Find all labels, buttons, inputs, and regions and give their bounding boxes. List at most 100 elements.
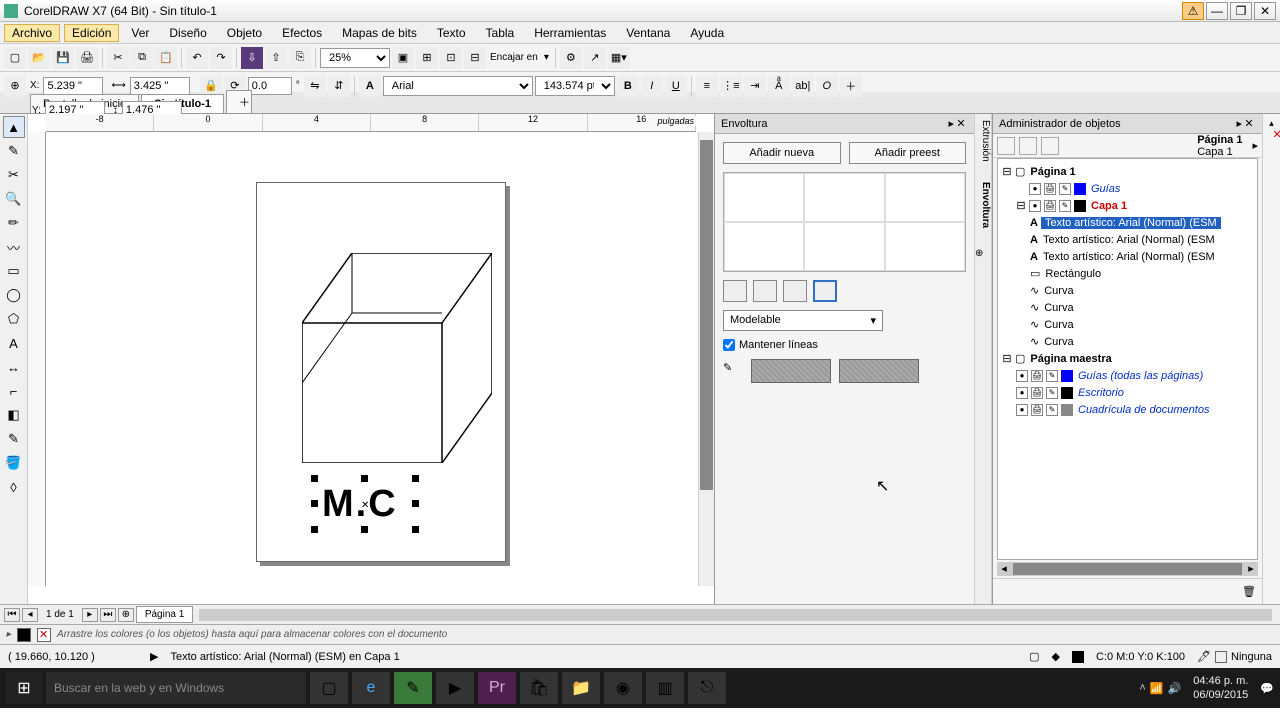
objmgr-menu-icon[interactable]: ▸ xyxy=(1252,139,1258,152)
pick-tool-icon[interactable]: ▲ xyxy=(3,116,25,138)
explorer-icon[interactable]: 📁 xyxy=(562,672,600,704)
add-new-button[interactable]: Añadir nueva xyxy=(723,142,841,164)
menu-efectos[interactable]: Efectos xyxy=(274,24,330,42)
open-icon[interactable]: 📂 xyxy=(28,47,50,69)
fill-tool-icon[interactable]: 🪣 xyxy=(3,452,25,474)
menu-diseno[interactable]: Diseño xyxy=(161,24,214,42)
menu-tabla[interactable]: Tabla xyxy=(478,24,523,42)
eyedropper-tool-icon[interactable]: ✎ xyxy=(3,428,25,450)
mirror-v-icon[interactable]: ⇵ xyxy=(328,75,350,97)
tablet-icon[interactable]: ▢ xyxy=(1029,650,1039,663)
next-page-icon[interactable]: ▸ xyxy=(82,608,98,622)
edge-icon[interactable]: e xyxy=(352,672,390,704)
undo-icon[interactable]: ↶ xyxy=(186,47,208,69)
prev-page-icon[interactable]: ◂ xyxy=(22,608,38,622)
mode-double-icon[interactable] xyxy=(783,280,807,302)
corel-icon[interactable]: ✎ xyxy=(394,672,432,704)
cut-icon[interactable]: ✂ xyxy=(107,47,129,69)
crop-tool-icon[interactable]: ✂ xyxy=(3,164,25,186)
taskbar-search[interactable]: Buscar en la web y en Windows xyxy=(46,672,306,704)
align-icon[interactable]: ≡ xyxy=(696,75,718,97)
mode-arc-icon[interactable] xyxy=(753,280,777,302)
keep-lines-checkbox[interactable]: Mantener líneas xyxy=(723,339,966,351)
flyout-icon[interactable]: ▸ xyxy=(6,629,11,640)
canvas[interactable]: -80481216 pulgadas M.C xyxy=(28,114,714,604)
selection-handles[interactable]: ✕ xyxy=(315,479,415,529)
menu-edicion[interactable]: Edición xyxy=(64,24,119,42)
vtab-extrusion[interactable]: Extrusión xyxy=(975,120,991,162)
add-preset-button[interactable]: Añadir preest xyxy=(849,142,967,164)
publish-icon[interactable]: ⎘ xyxy=(289,47,311,69)
tab-add[interactable]: ＋ xyxy=(226,90,252,113)
polygon-tool-icon[interactable]: ⬠ xyxy=(3,308,25,330)
mapping-select[interactable]: Modelable▾ xyxy=(723,310,883,331)
menu-texto[interactable]: Texto xyxy=(429,24,474,42)
redo-icon[interactable]: ↷ xyxy=(210,47,232,69)
italic-button[interactable]: I xyxy=(641,75,663,97)
fill-color-well[interactable] xyxy=(17,628,31,642)
ellipse-tool-icon[interactable]: ◯ xyxy=(3,284,25,306)
scrollbar-vertical[interactable] xyxy=(698,132,714,586)
last-page-icon[interactable]: ⏭ xyxy=(100,608,116,622)
menu-herramientas[interactable]: Herramientas xyxy=(526,24,614,42)
dimension-tool-icon[interactable]: ↔ xyxy=(3,356,25,378)
objmgr-tool3-icon[interactable] xyxy=(1041,137,1059,155)
export-icon[interactable]: ⇧ xyxy=(265,47,287,69)
print-icon[interactable]: 🖨 xyxy=(76,47,98,69)
connector-tool-icon[interactable]: ⌐ xyxy=(3,380,25,402)
taskbar-clock[interactable]: 04:46 p. m.06/09/2015 xyxy=(1185,674,1256,702)
mode-straight-icon[interactable] xyxy=(723,280,747,302)
page[interactable]: M.C ✕ xyxy=(256,182,506,562)
new-icon[interactable]: ▢ xyxy=(4,47,26,69)
font-select[interactable]: Arial xyxy=(383,76,533,96)
underline-button[interactable]: U xyxy=(665,75,687,97)
effects-tool-icon[interactable]: ◧ xyxy=(3,404,25,426)
docker-close-icon[interactable]: ✕ xyxy=(954,117,968,130)
page-tab[interactable]: Página 1 xyxy=(136,606,193,623)
add-page-icon[interactable]: ⊕ xyxy=(118,608,134,622)
cube-drawing[interactable] xyxy=(302,253,492,463)
outline-tool-icon[interactable]: ◊ xyxy=(3,476,25,498)
premiere-icon[interactable]: Pr xyxy=(478,672,516,704)
fontsize-select[interactable]: 143.574 pt xyxy=(535,76,615,96)
table-icon[interactable]: ▦▾ xyxy=(608,47,630,69)
menu-ayuda[interactable]: Ayuda xyxy=(682,24,732,42)
artistic-tool-icon[interactable]: 〰 xyxy=(3,236,25,258)
media-icon[interactable]: ▶ xyxy=(436,672,474,704)
grid-icon[interactable]: ⊡ xyxy=(440,47,462,69)
mode-free-icon[interactable] xyxy=(813,280,837,302)
list-icon[interactable]: ⋮≡ xyxy=(720,75,742,97)
taskview-icon[interactable]: ▢ xyxy=(310,672,348,704)
pos-x-input[interactable] xyxy=(43,77,103,95)
circle-o-icon[interactable]: O xyxy=(816,75,838,97)
first-page-icon[interactable]: ⏮ xyxy=(4,608,20,622)
vtab-add-icon[interactable]: ⊕ xyxy=(975,248,991,259)
menu-objeto[interactable]: Objeto xyxy=(219,24,270,42)
minimize-button[interactable]: — xyxy=(1206,2,1228,20)
vtab-envoltura[interactable]: Envoltura xyxy=(975,182,991,228)
objmgr-tool2-icon[interactable] xyxy=(1019,137,1037,155)
notifications-icon[interactable]: 💬 xyxy=(1260,682,1274,695)
object-tree[interactable]: ⊟▢Página 1 ●🖨✎Guías ⊟●🖨✎Capa 1 ATexto ar… xyxy=(997,158,1258,560)
menu-mapas[interactable]: Mapas de bits xyxy=(334,24,425,42)
menu-archivo[interactable]: Archivo xyxy=(4,24,60,42)
zoom-select[interactable]: 25% xyxy=(320,48,390,68)
origin-icon[interactable]: ⊕ xyxy=(4,75,26,97)
reset-button[interactable] xyxy=(839,359,919,383)
paste-icon[interactable]: 📋 xyxy=(155,47,177,69)
guides-icon[interactable]: ⊟ xyxy=(464,47,486,69)
save-icon[interactable]: 💾 xyxy=(52,47,74,69)
charprops-icon[interactable]: Aͣ xyxy=(768,75,790,97)
store-icon[interactable]: 🛍 xyxy=(520,672,558,704)
play-icon[interactable]: ▶ xyxy=(150,650,158,663)
app2-icon[interactable]: ⎋ xyxy=(688,672,726,704)
editmode-icon[interactable]: ab| xyxy=(792,75,814,97)
copy-icon[interactable]: ⧉ xyxy=(131,47,153,69)
eyedropper-icon[interactable]: ✎ xyxy=(723,361,743,381)
width-input[interactable] xyxy=(130,77,190,95)
outline-color-well[interactable] xyxy=(37,628,51,642)
options-icon[interactable]: ⚙ xyxy=(560,47,582,69)
tray-net-icon[interactable]: 📶 xyxy=(1150,682,1164,695)
menu-ver[interactable]: Ver xyxy=(123,24,157,42)
app-icon[interactable]: ▥ xyxy=(646,672,684,704)
